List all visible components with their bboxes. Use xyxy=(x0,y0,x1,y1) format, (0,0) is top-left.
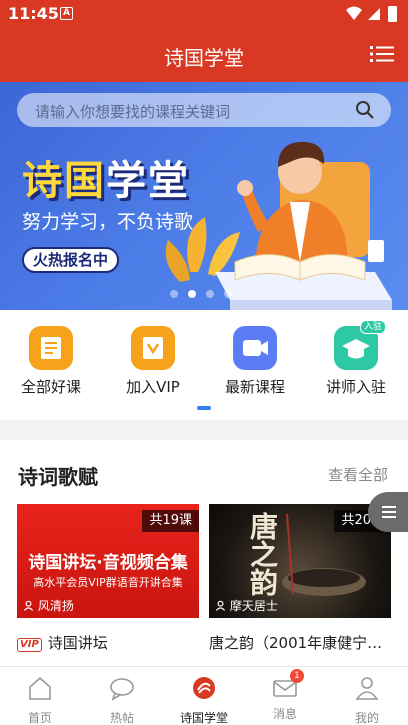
banner-title-part1: 诗国 xyxy=(22,158,106,204)
course-author: 风清扬 xyxy=(23,597,74,614)
category-row: 全部好课 加入VIP 最新课程 入驻 讲师入驻 xyxy=(0,310,408,420)
category-label: 全部好课 xyxy=(20,378,81,396)
home-icon xyxy=(29,676,51,700)
user-icon xyxy=(355,677,379,700)
course-title: VIP 诗国讲坛 xyxy=(17,632,199,653)
lecturer-badge: 入驻 xyxy=(359,320,386,334)
bottom-navigation: 首页 热帖 诗国学堂 1 消息 我的 xyxy=(0,666,408,725)
course-card[interactable]: 唐之韵 共20课 摩天居士 唐之韵（2001年康健宁… xyxy=(209,504,391,653)
system-status-icons xyxy=(346,6,397,22)
category-all-courses[interactable]: 全部好课 xyxy=(1,326,101,397)
status-bar: 11:45 A xyxy=(0,0,408,28)
graduation-cap-icon: 入驻 xyxy=(334,320,386,370)
app-title: 诗国学堂 xyxy=(164,46,244,70)
chat-icon xyxy=(110,678,134,701)
lesson-count-badge: 共19课 xyxy=(142,510,199,532)
banner-subtitle: 努力学习，不负诗歌 xyxy=(22,211,194,233)
list-icon[interactable] xyxy=(370,44,394,64)
search-icon[interactable] xyxy=(355,100,375,120)
section-title: 诗词歌赋 xyxy=(18,465,98,489)
thumb-title: 诗国讲坛·音视频合集 xyxy=(28,553,188,573)
signup-button[interactable]: 火热报名中 xyxy=(22,247,120,273)
carousel-dot-active[interactable] xyxy=(188,290,196,298)
vip-icon xyxy=(131,326,175,370)
carousel-dot[interactable] xyxy=(206,290,214,298)
vip-tag: VIP xyxy=(17,638,42,652)
category-label: 加入VIP xyxy=(126,378,180,396)
nav-home[interactable]: 首页 xyxy=(0,675,80,725)
view-all-link[interactable]: 查看全部 xyxy=(328,464,388,485)
nav-messages[interactable]: 1 消息 xyxy=(245,669,325,722)
search-placeholder: 请输入你想要找的课程关键词 xyxy=(35,103,231,121)
floating-menu-button[interactable] xyxy=(368,492,408,532)
nav-label: 首页 xyxy=(27,711,52,725)
nav-label: 诗国学堂 xyxy=(179,711,228,725)
nav-profile[interactable]: 我的 xyxy=(327,675,407,725)
promo-banner[interactable]: 请输入你想要找的课程关键词 诗国学堂 努力学习，不负诗歌 火热报名中 xyxy=(0,82,408,310)
banner-title: 诗国学堂 xyxy=(22,148,190,206)
nav-label: 热帖 xyxy=(109,711,134,725)
banner-title-part2: 学堂 xyxy=(106,158,190,204)
nav-hot-posts[interactable]: 热帖 xyxy=(82,675,162,725)
mail-icon-wrap: 1 xyxy=(272,669,304,701)
course-title: 唐之韵（2001年康健宁… xyxy=(209,634,383,652)
user-icon xyxy=(23,600,34,611)
app-bar: 诗国学堂 xyxy=(0,28,408,82)
school-logo-icon xyxy=(193,677,215,699)
thumb-subtitle: 高水平会员VIP群语音开讲合集 xyxy=(33,576,183,589)
course-book-icon xyxy=(29,326,73,370)
category-label: 讲师入驻 xyxy=(325,378,386,396)
category-label: 最新课程 xyxy=(224,378,285,396)
author-name: 风清扬 xyxy=(37,599,74,613)
video-icon xyxy=(233,326,277,370)
carousel-dots[interactable] xyxy=(170,283,242,298)
course-thumbnail[interactable]: 唐之韵 共20课 摩天居士 xyxy=(209,504,391,618)
user-icon xyxy=(215,600,226,611)
carousel-dot[interactable] xyxy=(224,290,232,298)
notification-a-icon: A xyxy=(60,7,73,20)
hamburger-icon xyxy=(382,506,396,518)
author-name: 摩天居士 xyxy=(229,599,278,613)
category-page-indicator xyxy=(197,406,211,410)
course-card[interactable]: 诗国讲坛·音视频合集 高水平会员VIP群语音开讲合集 共19课 风清扬 VIP 诗… xyxy=(17,504,199,653)
carousel-dot[interactable] xyxy=(170,290,178,298)
course-title-text: 诗国讲坛 xyxy=(47,634,108,652)
category-latest-courses[interactable]: 最新课程 xyxy=(205,326,305,397)
section-divider xyxy=(0,420,408,440)
nav-label: 我的 xyxy=(354,711,379,725)
category-join-vip[interactable]: 加入VIP xyxy=(103,326,203,397)
message-count-badge: 1 xyxy=(290,669,304,683)
category-lecturer-join[interactable]: 入驻 讲师入驻 xyxy=(306,320,406,397)
nav-label: 消息 xyxy=(272,707,297,721)
teacher-illustration xyxy=(165,142,392,310)
nav-school[interactable]: 诗国学堂 xyxy=(164,675,244,725)
course-thumbnail[interactable]: 诗国讲坛·音视频合集 高水平会员VIP群语音开讲合集 共19课 风清扬 xyxy=(17,504,199,618)
status-time: 11:45 xyxy=(8,4,59,23)
course-author: 摩天居士 xyxy=(215,597,278,614)
